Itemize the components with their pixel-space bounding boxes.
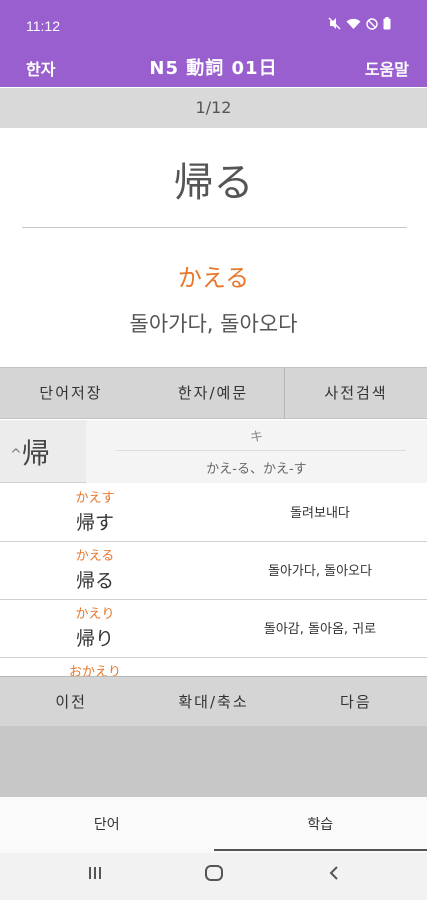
kanji-char-text: 帰 [21, 437, 50, 470]
tab-words[interactable]: 단어 [0, 797, 214, 853]
list-item[interactable]: おかえり [0, 658, 427, 676]
battery-icon [383, 17, 391, 33]
card-counter: 1/12 [0, 88, 427, 128]
list-item[interactable]: かえす 帰す 돌려보내다 [0, 484, 427, 542]
list-item-kanji: 帰す [75, 512, 114, 534]
help-button[interactable]: 도움말 [365, 56, 409, 80]
kanji-detail-row[interactable]: ^帰 キ かえ-る、かえ-す [0, 420, 427, 483]
action-tabs: 단어저장 한자/예문 사전검색 [0, 367, 427, 419]
status-time: 11:12 [26, 18, 60, 34]
list-item[interactable]: かえる 帰る 돌아가다, 돌아오다 [0, 542, 427, 600]
back-icon[interactable] [325, 863, 343, 887]
mute-icon [328, 17, 341, 33]
bottom-tab-bar: 단어 학습 [0, 797, 427, 853]
kanji-divider [116, 450, 406, 451]
card-reading: かえる [177, 264, 250, 292]
kanji-kun-reading: かえ-る、かえ-す [206, 462, 307, 477]
dnd-icon [366, 17, 378, 33]
system-nav-bar [0, 853, 427, 900]
list-item-meaning: 돌아감, 돌아옴, 귀로 [263, 622, 377, 637]
list-item-kanji: 帰り [75, 628, 114, 650]
list-item[interactable]: かえり 帰り 돌아감, 돌아옴, 귀로 [0, 600, 427, 658]
app-header: 11:12 한자 N5 動詞 01日 도움말 [0, 0, 427, 87]
zoom-button[interactable]: 확대/축소 [142, 677, 284, 726]
kanji-example-button[interactable]: 한자/예문 [142, 368, 284, 418]
list-item-kanji: 帰る [75, 570, 114, 592]
ad-banner-area [0, 726, 427, 797]
kanji-on-reading: キ [249, 430, 263, 445]
kanji-char: ^帰 [10, 432, 50, 472]
word-list[interactable]: かえす 帰す 돌려보내다 かえる 帰る 돌아가다, 돌아오다 かえり 帰り 돌아… [0, 484, 427, 676]
tab-study[interactable]: 학습 [213, 797, 427, 853]
kanji-readings: キ かえ-る、かえ-す [86, 420, 427, 483]
collapse-caret-icon: ^ [10, 447, 22, 463]
page-title: N5 動詞 01日 [149, 58, 278, 79]
list-item-furigana: かえり [75, 607, 115, 622]
save-word-button[interactable]: 단어저장 [0, 368, 142, 418]
list-item-meaning: 돌려보내다 [290, 506, 350, 521]
list-item-furigana: かえす [75, 491, 115, 506]
card-word: 帰る [173, 160, 254, 206]
list-item-furigana: おかえり [68, 665, 121, 676]
prev-button[interactable]: 이전 [0, 677, 142, 726]
card-meaning: 돌아가다, 돌아오다 [129, 312, 298, 336]
home-icon[interactable] [204, 863, 224, 888]
status-bar: 11:12 [0, 0, 427, 44]
card-divider [22, 227, 407, 228]
title-bar: 한자 N5 動詞 01日 도움말 [0, 48, 427, 84]
next-button[interactable]: 다음 [285, 677, 427, 726]
wifi-icon [346, 18, 361, 33]
list-item-furigana: かえる [75, 549, 115, 564]
status-icons [328, 17, 391, 33]
list-item-meaning: 돌아가다, 돌아오다 [268, 564, 372, 579]
recent-apps-icon[interactable] [86, 863, 104, 887]
card-nav-bar: 이전 확대/축소 다음 [0, 676, 427, 726]
dictionary-search-button[interactable]: 사전검색 [284, 368, 427, 418]
